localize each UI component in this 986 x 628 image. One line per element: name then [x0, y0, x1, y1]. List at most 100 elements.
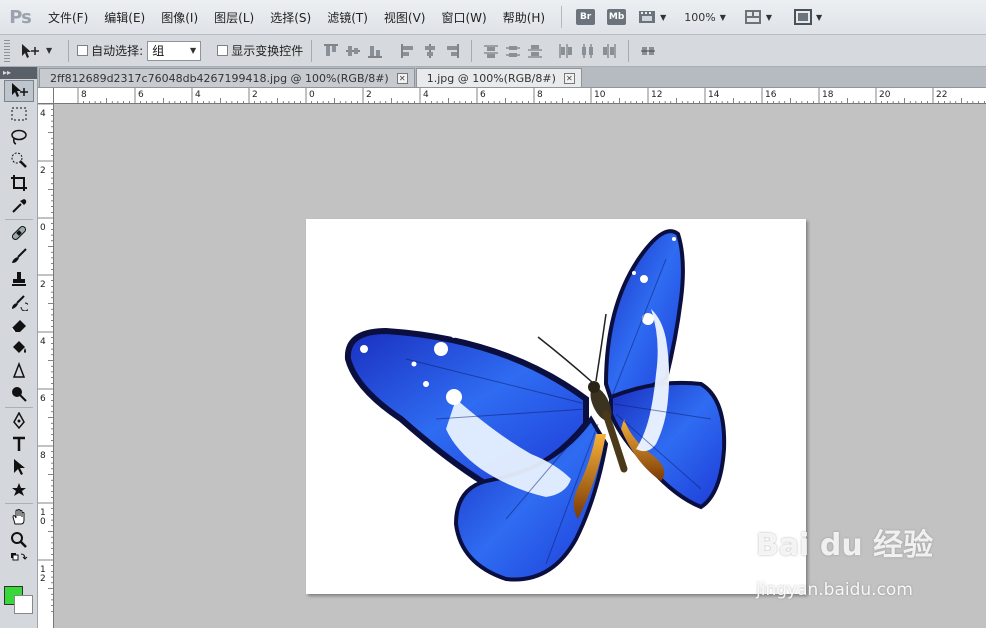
- distribute-right-icon[interactable]: [601, 43, 617, 59]
- distribute-vertical-center-icon[interactable]: [505, 43, 521, 59]
- show-transform-checkbox[interactable]: [217, 45, 229, 56]
- menu-edit[interactable]: 编辑(E): [96, 9, 153, 26]
- document-canvas[interactable]: [306, 219, 806, 594]
- menu-view[interactable]: 视图(V): [376, 9, 434, 26]
- ruler-label: 0: [40, 223, 46, 233]
- history-brush-tool[interactable]: [4, 291, 34, 313]
- ruler-label: 10: [594, 90, 606, 100]
- lasso-tool[interactable]: [4, 126, 34, 148]
- ruler-label: 0: [40, 517, 46, 527]
- ruler-origin[interactable]: [38, 88, 54, 104]
- arrange-documents-button[interactable]: ▼: [744, 7, 772, 27]
- align-right-icon[interactable]: [444, 43, 460, 59]
- default-colors-swap[interactable]: [4, 552, 34, 568]
- marquee-icon: [11, 107, 27, 121]
- custom-shape-tool[interactable]: [4, 479, 34, 501]
- screen-mode-icon: [794, 9, 813, 25]
- type-tool[interactable]: [4, 433, 34, 455]
- close-icon[interactable]: ✕: [396, 72, 408, 84]
- quick-selection-tool[interactable]: [4, 149, 34, 171]
- blur-drop-icon: [12, 362, 26, 378]
- options-separator: [471, 39, 473, 62]
- pen-icon: [13, 412, 25, 430]
- menu-filter[interactable]: 滤镜(T): [319, 9, 376, 26]
- distribute-horizontal-center-icon[interactable]: [579, 43, 595, 59]
- mini-bridge-button[interactable]: Mb: [607, 7, 627, 27]
- auto-select-group[interactable]: 自动选择: 组 ▼: [77, 40, 202, 61]
- eyedropper-icon: [12, 199, 27, 213]
- paint-bucket-tool[interactable]: [4, 337, 34, 359]
- ruler-label: 6: [480, 90, 486, 100]
- distribute-bottom-icon[interactable]: [527, 43, 543, 59]
- align-horizontal-center-icon[interactable]: [422, 43, 438, 59]
- distribute-top-icon[interactable]: [483, 43, 499, 59]
- align-bottom-icon[interactable]: [367, 43, 383, 59]
- ruler-label: 22: [936, 90, 947, 100]
- auto-select-dropdown[interactable]: 组 ▼: [147, 40, 202, 61]
- dodge-tool[interactable]: [4, 383, 34, 405]
- vertical-ruler-ticks: 42024681012: [38, 104, 53, 612]
- eyedropper-tool[interactable]: [4, 195, 34, 217]
- show-transform-group[interactable]: 显示变换控件: [217, 42, 303, 59]
- close-icon[interactable]: ✕: [563, 72, 575, 84]
- swap-colors-icon: [11, 553, 28, 561]
- move-tool[interactable]: [4, 80, 34, 102]
- document-tab-label: 1.jpg @ 100%(RGB/8#): [426, 71, 556, 85]
- marquee-tool[interactable]: [4, 103, 34, 125]
- healing-brush-tool[interactable]: [4, 222, 34, 244]
- align-left-icon[interactable]: [400, 43, 416, 59]
- ruler-label: 2: [40, 574, 46, 584]
- document-tab-1[interactable]: 2ff812689d2317c76048db4267199418.jpg @ 1…: [39, 68, 415, 87]
- menu-file[interactable]: 文件(F): [40, 9, 96, 26]
- ruler-label: 8: [537, 90, 543, 100]
- ruler-label: 0: [309, 90, 315, 100]
- align-buttons: [320, 40, 463, 62]
- zoom-tool[interactable]: [4, 529, 34, 551]
- stamp-icon: [12, 272, 26, 286]
- tools-panel-collapse[interactable]: ▸▸: [0, 67, 37, 79]
- zoom-level[interactable]: 100%: [684, 11, 715, 24]
- bandage-icon: [11, 225, 27, 241]
- ruler-label: 4: [195, 90, 201, 100]
- brush-tool[interactable]: [4, 245, 34, 267]
- path-selection-tool[interactable]: [4, 456, 34, 478]
- menu-window[interactable]: 窗口(W): [433, 9, 494, 26]
- eraser-icon: [11, 320, 26, 333]
- grid-layout-icon: [744, 10, 761, 24]
- hand-tool[interactable]: [4, 506, 34, 528]
- clone-stamp-tool[interactable]: [4, 268, 34, 290]
- blur-tool[interactable]: [4, 360, 34, 382]
- document-tab-2[interactable]: 1.jpg @ 100%(RGB/8#) ✕: [415, 68, 582, 87]
- align-top-icon[interactable]: [323, 43, 339, 59]
- extras-button[interactable]: ▼: [638, 7, 666, 27]
- auto-align-layers-icon[interactable]: [640, 43, 656, 59]
- chevron-down-icon[interactable]: ▼: [720, 13, 726, 22]
- menu-image[interactable]: 图像(I): [153, 9, 206, 26]
- menu-help[interactable]: 帮助(H): [495, 9, 553, 26]
- pen-tool[interactable]: [4, 410, 34, 432]
- show-transform-label: 显示变换控件: [231, 44, 304, 58]
- ruler-label: 20: [879, 90, 891, 100]
- bridge-button[interactable]: Br: [576, 7, 596, 27]
- baidu-jingyan-watermark: Bai du 经验 jingyan.baidu.com: [756, 520, 936, 610]
- ruler-label: 8: [81, 90, 87, 100]
- background-color-swatch[interactable]: [14, 595, 33, 614]
- history-brush-icon: [12, 295, 28, 311]
- horizontal-ruler[interactable]: 8 6 4 2 0 2 4 6 8 10 12 14 16 18 20 22: [38, 88, 986, 104]
- crop-tool[interactable]: [4, 172, 34, 194]
- options-bar-grip[interactable]: [4, 39, 10, 62]
- vertical-ruler[interactable]: 42024681012: [38, 104, 54, 628]
- menu-select[interactable]: 选择(S): [262, 9, 319, 26]
- options-separator: [391, 40, 392, 62]
- brush-icon: [12, 248, 27, 263]
- tool-preset-picker[interactable]: ▼: [20, 43, 52, 59]
- screen-mode-button[interactable]: ▼: [794, 7, 822, 27]
- auto-select-checkbox[interactable]: [77, 45, 89, 56]
- eraser-tool[interactable]: [4, 314, 34, 336]
- options-bar: ▼ 自动选择: 组 ▼ 显示变换控件: [0, 35, 986, 67]
- align-vertical-center-icon[interactable]: [345, 43, 361, 59]
- bridge-icon: Br: [576, 9, 596, 25]
- menu-layer[interactable]: 图层(L): [206, 9, 262, 26]
- custom-shape-icon: [12, 483, 26, 496]
- distribute-left-icon[interactable]: [557, 43, 573, 59]
